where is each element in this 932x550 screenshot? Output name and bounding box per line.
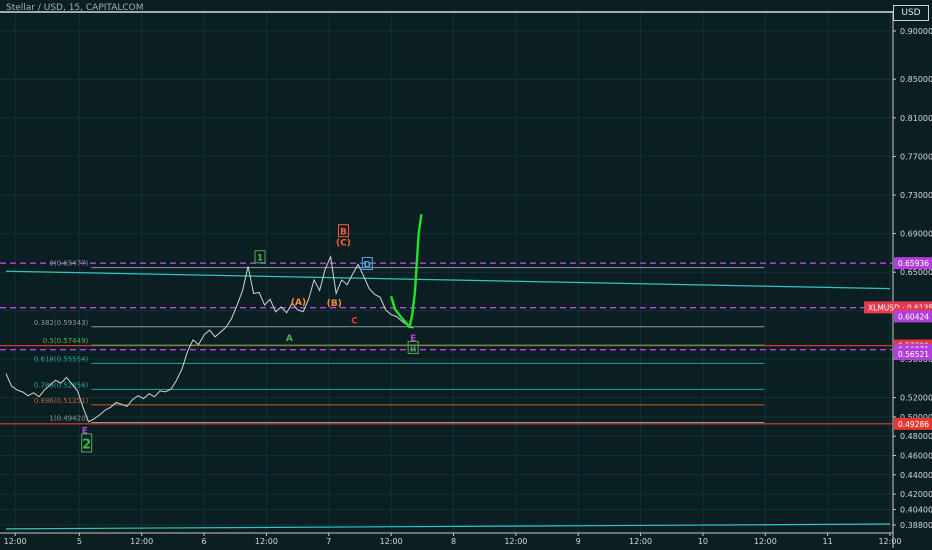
wave-label: (A) bbox=[291, 298, 306, 308]
x-tick-label: 12:00 bbox=[255, 537, 278, 546]
fib-level-label: 0.382(0.59343) bbox=[34, 319, 89, 327]
fib-level-label: 0.5(0.57449) bbox=[43, 337, 89, 345]
wave-label: B bbox=[340, 228, 347, 238]
y-tick-label: 0.42000 bbox=[900, 490, 932, 499]
wave-label: (C) bbox=[336, 238, 351, 248]
chart-background bbox=[0, 0, 932, 550]
x-tick-label: 9 bbox=[576, 537, 581, 546]
y-tick-label: 0.48000 bbox=[900, 432, 932, 441]
y-tick-label: 0.77000 bbox=[900, 152, 932, 161]
y-tick-label: 0.38800 bbox=[900, 521, 932, 530]
price-label-text: 0.65936 bbox=[898, 259, 929, 268]
price-label-text: 0.49286 bbox=[898, 420, 929, 429]
fib-level-label: 0.618(0.55554) bbox=[34, 355, 89, 363]
x-tick-label: 11 bbox=[823, 537, 833, 546]
wave-label: A bbox=[286, 334, 293, 344]
wave-label: E bbox=[410, 334, 416, 344]
y-tick-label: 0.52000 bbox=[900, 394, 932, 403]
currency-button[interactable]: USD bbox=[893, 5, 929, 21]
x-tick-label: 5 bbox=[77, 537, 82, 546]
x-tick-label: 12:00 bbox=[380, 537, 403, 546]
x-tick-label: 12:00 bbox=[504, 537, 527, 546]
x-tick-label: 12:00 bbox=[629, 537, 652, 546]
fib-level-label: 0(0.65477) bbox=[49, 260, 88, 268]
y-tick-label: 0.69000 bbox=[900, 230, 932, 239]
y-tick-label: 0.73000 bbox=[900, 191, 932, 200]
x-tick-label: 12:00 bbox=[130, 537, 153, 546]
wave-label: C bbox=[351, 316, 358, 326]
symbol-title: Stellar / USD, 15, CAPITALCOM bbox=[6, 3, 144, 13]
x-tick-label: 12:00 bbox=[878, 537, 901, 546]
wave-label: D bbox=[364, 260, 371, 270]
price-label-text: 0.60424 bbox=[898, 312, 929, 321]
x-tick-label: 6 bbox=[202, 537, 207, 546]
x-tick-label: 12:00 bbox=[4, 537, 27, 546]
y-tick-label: 0.46000 bbox=[900, 452, 932, 461]
x-tick-label: 8 bbox=[451, 537, 456, 546]
x-tick-label: 7 bbox=[326, 537, 331, 546]
x-tick-label: 12:00 bbox=[754, 537, 777, 546]
wave-label: (B) bbox=[327, 299, 342, 309]
x-tick-label: 10 bbox=[698, 537, 708, 546]
wave-label: 2 bbox=[82, 437, 91, 452]
wave-label: 1 bbox=[257, 254, 263, 264]
price-chart[interactable]: 0(0.65477) 0.382(0.59343) 0.5(0.57449) 0.61… bbox=[0, 0, 932, 550]
wave-label: ii bbox=[410, 344, 416, 354]
y-tick-label: 0.90000 bbox=[900, 27, 932, 36]
y-tick-label: 0.65000 bbox=[900, 268, 932, 277]
y-tick-label: 0.44000 bbox=[900, 471, 932, 480]
y-tick-label: 0.40400 bbox=[900, 506, 932, 515]
price-label-text: 0.56521 bbox=[898, 350, 929, 359]
y-tick-label: 0.85000 bbox=[900, 75, 932, 84]
wave-label: E bbox=[82, 426, 88, 436]
y-tick-label: 0.81000 bbox=[900, 114, 932, 123]
fib-level-label: 1(0.49420) bbox=[49, 415, 88, 423]
